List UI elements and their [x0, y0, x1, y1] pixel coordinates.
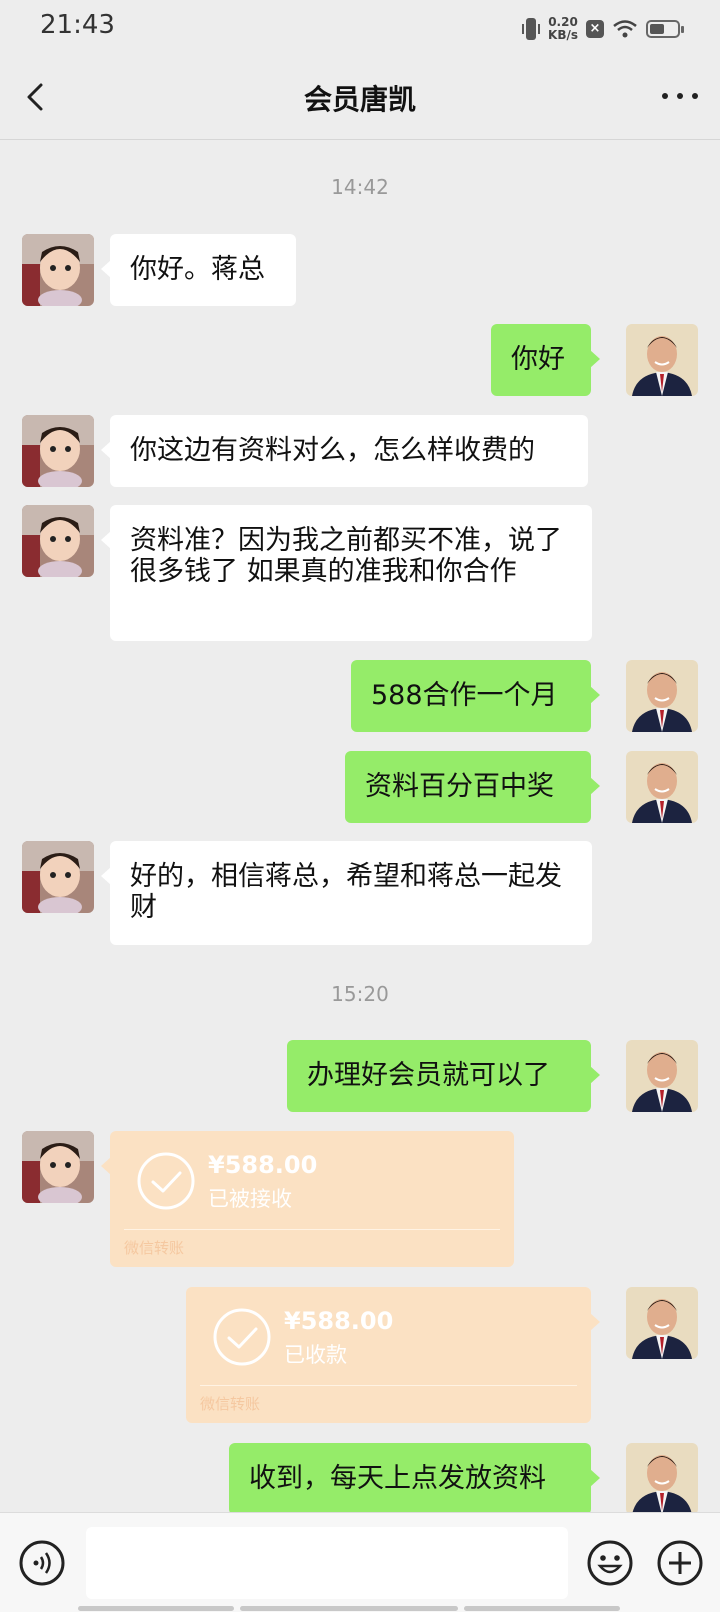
- voice-icon[interactable]: [18, 1539, 66, 1587]
- my-avatar[interactable]: [626, 1040, 698, 1112]
- wifi-icon: [613, 20, 637, 38]
- more-dots-icon[interactable]: [662, 86, 698, 106]
- message-input[interactable]: [86, 1527, 568, 1599]
- message-text: 资料百分百中奖: [365, 771, 554, 802]
- man-avatar-image: [626, 1040, 698, 1112]
- chat-title: 会员唐凯: [303, 83, 416, 116]
- network-speed-unit: KB/s: [548, 28, 578, 42]
- transfer-status: 已被接收: [208, 1187, 292, 1211]
- message-timestamp: 15:20: [331, 982, 389, 1006]
- transfer-amount: ¥588.00: [284, 1307, 394, 1335]
- man-avatar-image: [626, 1287, 698, 1359]
- scroll-indicator: [464, 1606, 620, 1611]
- man-avatar-image: [626, 324, 698, 396]
- message-text: 收到，每天上点发放资料: [249, 1463, 546, 1494]
- child-avatar-image: [22, 415, 94, 487]
- my-avatar[interactable]: [626, 1287, 698, 1359]
- child-avatar-image: [22, 1131, 94, 1203]
- my-avatar[interactable]: [626, 751, 698, 823]
- check-circle-icon: [137, 1152, 195, 1210]
- transfer-status: 已收款: [284, 1343, 347, 1367]
- chat-header: 会员唐凯: [0, 56, 720, 140]
- message-text: 好的，相信蒋总，希望和蒋总一起发财: [130, 861, 562, 923]
- status-icons: 0.20 KB/s ×: [522, 14, 684, 44]
- message-bubble-incoming[interactable]: 你好。蒋总: [101, 234, 296, 306]
- check-circle-icon: [213, 1308, 271, 1366]
- my-avatar[interactable]: [626, 1443, 698, 1515]
- message-bubble-outgoing[interactable]: 你好: [491, 324, 600, 396]
- message-text: 办理好会员就可以了: [307, 1060, 550, 1091]
- transfer-label: 微信转账: [200, 1395, 261, 1413]
- message-bubble-outgoing[interactable]: 收到，每天上点发放资料: [229, 1443, 600, 1515]
- network-speed: 0.20 KB/s: [548, 16, 578, 42]
- scroll-indicator: [240, 1606, 458, 1611]
- my-avatar[interactable]: [626, 660, 698, 732]
- battery-icon: [646, 20, 684, 38]
- message-bubble-incoming[interactable]: 你这边有资料对么，怎么样收费的: [101, 415, 588, 487]
- transfer-divider: [200, 1385, 577, 1386]
- contact-avatar[interactable]: [22, 841, 94, 913]
- contact-avatar[interactable]: [22, 505, 94, 577]
- child-avatar-image: [22, 841, 94, 913]
- contact-avatar[interactable]: [22, 1131, 94, 1203]
- status-bar: 21:43 0.20 KB/s ×: [0, 0, 720, 56]
- message-timestamp: 14:42: [331, 175, 389, 199]
- man-avatar-image: [626, 660, 698, 732]
- transfer-card-outgoing[interactable]: ¥588.00 已收款 微信转账: [186, 1287, 600, 1423]
- message-bubble-incoming[interactable]: 好的，相信蒋总，希望和蒋总一起发财: [101, 841, 592, 945]
- scroll-indicator: [78, 1606, 234, 1611]
- message-text: 你好: [511, 344, 565, 375]
- transfer-label: 微信转账: [124, 1239, 185, 1257]
- emoji-icon[interactable]: [586, 1539, 634, 1587]
- man-avatar-image: [626, 751, 698, 823]
- message-bubble-incoming[interactable]: 资料准？因为我之前都买不准，说了很多钱了 如果真的准我和你合作: [101, 505, 592, 641]
- message-bubble-outgoing[interactable]: 资料百分百中奖: [345, 751, 600, 823]
- message-text: 资料准？因为我之前都买不准，说了很多钱了 如果真的准我和你合作: [130, 525, 562, 587]
- input-bar: [0, 1512, 720, 1612]
- transfer-card-incoming[interactable]: ¥588.00 已被接收 微信转账: [101, 1131, 514, 1267]
- message-text: 588合作一个月: [371, 680, 558, 711]
- contact-avatar[interactable]: [22, 415, 94, 487]
- status-time: 21:43: [40, 10, 115, 40]
- message-bubble-outgoing[interactable]: 办理好会员就可以了: [287, 1040, 600, 1112]
- child-avatar-image: [22, 505, 94, 577]
- message-text: 你好。蒋总: [130, 254, 265, 285]
- contact-avatar[interactable]: [22, 234, 94, 306]
- plus-icon[interactable]: [656, 1539, 704, 1587]
- no-sim-icon: ×: [586, 20, 604, 38]
- vibrate-icon: [522, 16, 541, 42]
- message-bubble-outgoing[interactable]: 588合作一个月: [351, 660, 600, 732]
- man-avatar-image: [626, 1443, 698, 1515]
- child-avatar-image: [22, 234, 94, 306]
- transfer-divider: [124, 1229, 500, 1230]
- transfer-amount: ¥588.00: [208, 1151, 318, 1179]
- my-avatar[interactable]: [626, 324, 698, 396]
- message-text: 你这边有资料对么，怎么样收费的: [130, 435, 535, 466]
